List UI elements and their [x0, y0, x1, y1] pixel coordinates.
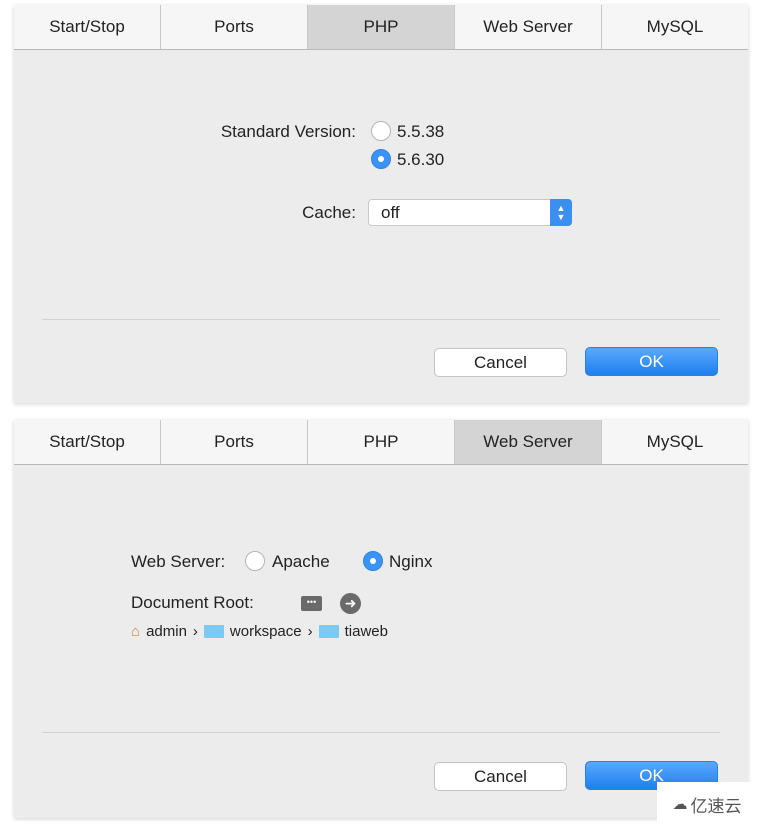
path-tiaweb[interactable]: tiaweb: [345, 623, 388, 640]
tab-start-stop[interactable]: Start/Stop: [14, 420, 161, 464]
cancel-button[interactable]: Cancel: [434, 762, 567, 791]
tab-web-server[interactable]: Web Server: [455, 420, 602, 464]
browse-folder-icon[interactable]: •••: [301, 596, 322, 611]
cloud-logo-icon: ☁: [672, 796, 688, 813]
tab-php[interactable]: PHP: [308, 5, 455, 49]
standard-version-label: Standard Version:: [220, 122, 356, 141]
cancel-button[interactable]: Cancel: [434, 348, 567, 377]
folder-icon: [203, 625, 224, 638]
divider: [42, 319, 720, 320]
radio-nginx[interactable]: [363, 551, 383, 571]
apache-label: Apache: [272, 552, 330, 571]
version-5538-label: 5.5.38: [397, 122, 445, 141]
watermark: ☁ 亿速云: [657, 782, 757, 826]
cache-label: Cache:: [302, 203, 356, 222]
radio-apache[interactable]: [245, 551, 265, 571]
version-5630-label: 5.6.30: [397, 150, 445, 169]
tab-ports[interactable]: Ports: [161, 420, 308, 464]
tab-ports[interactable]: Ports: [161, 5, 308, 49]
path-workspace[interactable]: workspace: [230, 623, 302, 640]
home-icon: ⌂: [131, 623, 141, 640]
web-server-label: Web Server:: [131, 552, 226, 571]
tab-php[interactable]: PHP: [308, 420, 455, 464]
cache-select[interactable]: off ▲ ▼: [368, 199, 572, 226]
folder-icon: [318, 625, 339, 638]
document-root-path: ⌂ admin › workspace › tiaweb: [131, 623, 388, 640]
tab-mysql[interactable]: MySQL: [602, 420, 748, 464]
web-server-settings-panel: Start/Stop Ports PHP Web Server MySQL We…: [14, 420, 748, 818]
watermark-text: 亿速云: [690, 796, 742, 816]
path-separator: ›: [307, 623, 313, 640]
tab-web-server[interactable]: Web Server: [455, 5, 602, 49]
chevron-updown-icon: ▲ ▼: [550, 199, 572, 226]
tab-mysql[interactable]: MySQL: [602, 5, 748, 49]
tab-bar: Start/Stop Ports PHP Web Server MySQL: [14, 420, 748, 465]
php-settings-panel: Start/Stop Ports PHP Web Server MySQL St…: [14, 5, 748, 403]
radio-version-5630[interactable]: [371, 149, 391, 169]
ok-button[interactable]: OK: [585, 347, 718, 376]
document-root-label: Document Root:: [131, 593, 254, 612]
tab-bar: Start/Stop Ports PHP Web Server MySQL: [14, 5, 748, 50]
divider: [42, 732, 720, 733]
cache-value: off: [381, 203, 400, 222]
radio-version-5538[interactable]: [371, 121, 391, 141]
path-separator: ›: [192, 623, 198, 640]
path-admin[interactable]: admin: [146, 623, 187, 640]
open-arrow-icon[interactable]: ➜: [340, 593, 361, 614]
tab-start-stop[interactable]: Start/Stop: [14, 5, 161, 49]
nginx-label: Nginx: [389, 552, 433, 571]
